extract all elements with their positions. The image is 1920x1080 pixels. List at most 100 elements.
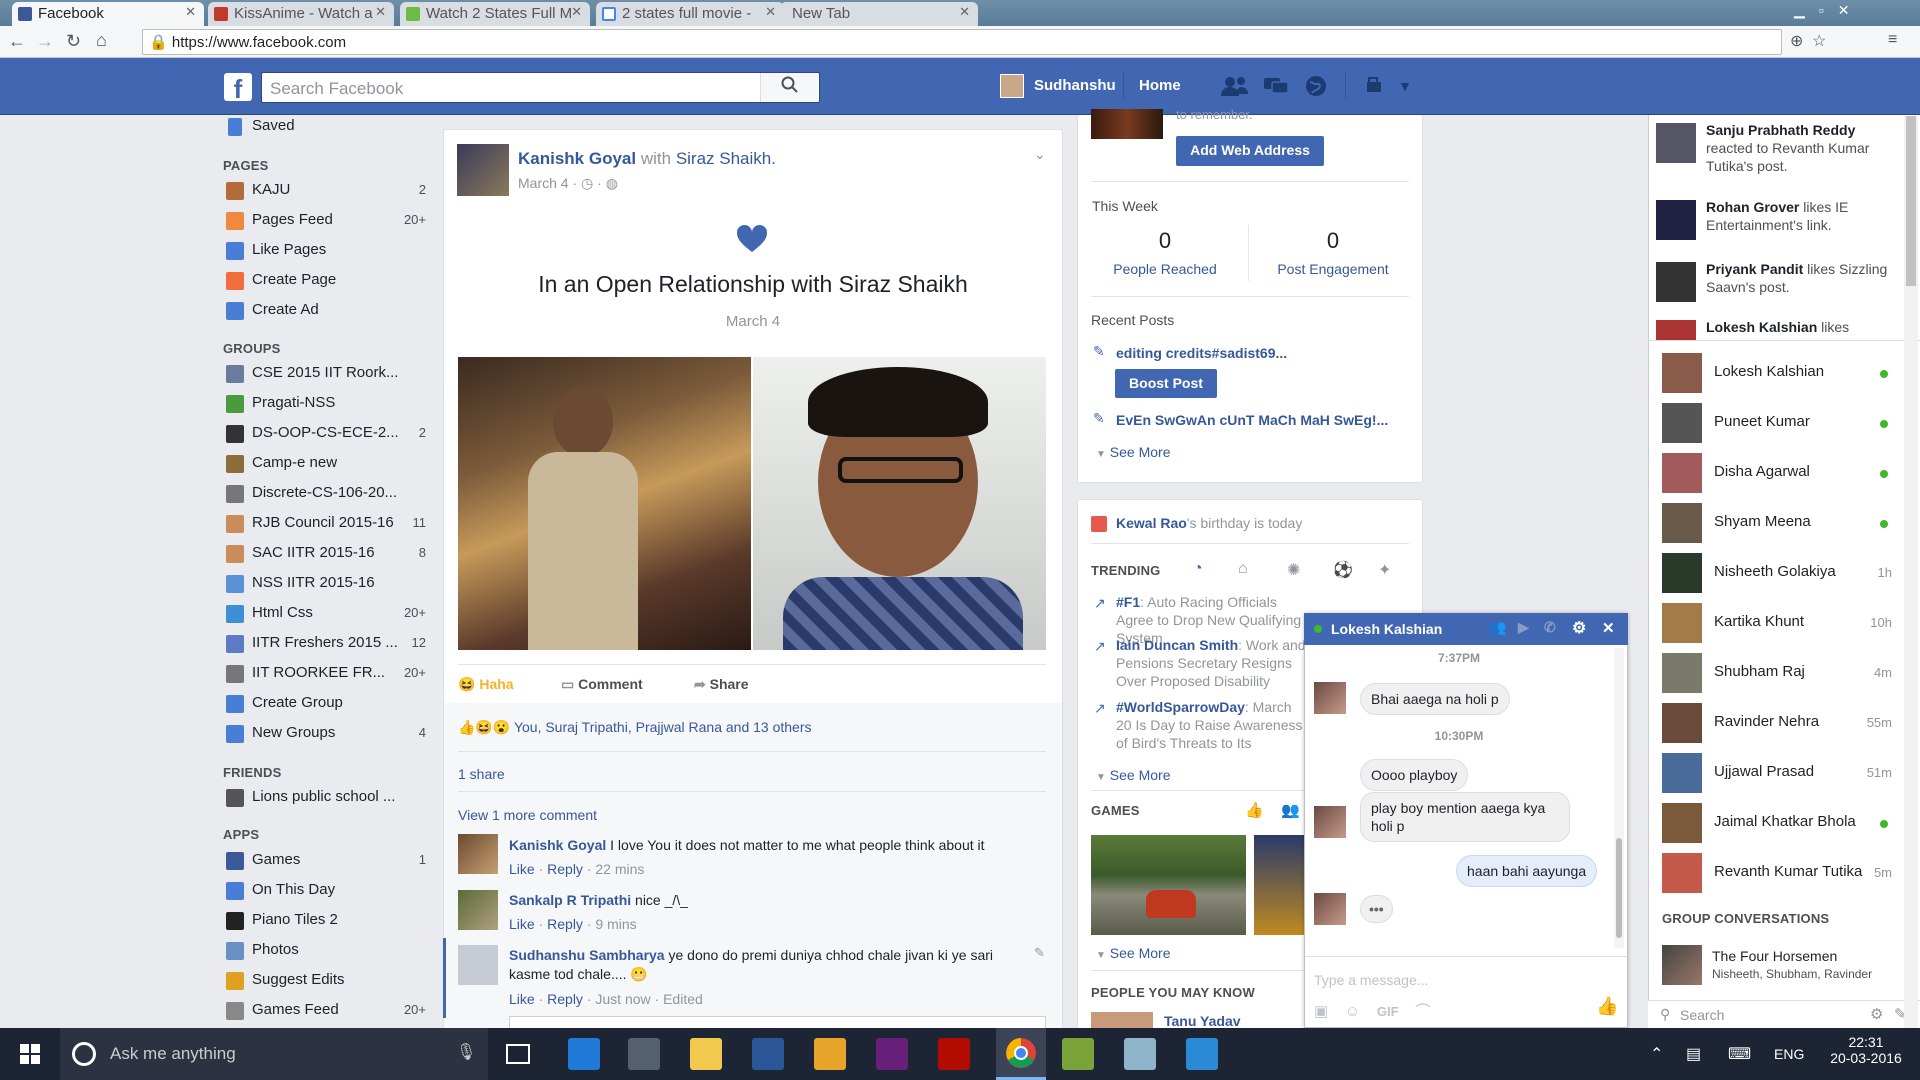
chat-settings-gear-icon[interactable]: ⚙: [1870, 1005, 1883, 1023]
tab-new-tab[interactable]: New Tab ✕: [780, 2, 978, 26]
chat-header[interactable]: Lokesh Kalshian 👥 ▶ ✆ ⚙ ✕: [1304, 613, 1628, 645]
comment-avatar[interactable]: [458, 945, 498, 985]
sidebar-item[interactable]: Create Page: [224, 270, 424, 292]
comment-avatar[interactable]: [458, 834, 498, 874]
tab-kissanime[interactable]: KissAnime - Watch a ✕: [208, 2, 394, 26]
attach-file-icon[interactable]: ⌒: [1415, 1003, 1430, 1020]
chat-friend[interactable]: Kartika Khunt 10h: [1660, 600, 1900, 644]
address-bar[interactable]: 🔒 https://www.facebook.com: [142, 29, 1782, 55]
sidebar-item[interactable]: Html Css 20+: [224, 603, 426, 625]
reactions-summary[interactable]: 👍😆😮 You, Suraj Tripathi, Prajjwal Rana a…: [458, 719, 812, 736]
bookmark-star-icon[interactable]: ☆: [1812, 31, 1826, 51]
sidebar-item[interactable]: On This Day: [224, 880, 424, 902]
send-like-icon[interactable]: 👍: [1596, 996, 1618, 1017]
sidebar-item[interactable]: CSE 2015 IIT Roork...: [224, 363, 424, 385]
account-settings-chevron-icon[interactable]: ▼: [1398, 78, 1412, 94]
keyboard-icon[interactable]: ⌨: [1728, 1044, 1751, 1064]
reload-icon[interactable]: ↻: [66, 31, 81, 52]
sidebar-item[interactable]: Create Ad: [224, 300, 424, 322]
post-date[interactable]: March 4: [518, 175, 569, 191]
sidebar-item[interactable]: RJB Council 2015-16 11: [224, 513, 426, 535]
edited-label[interactable]: Edited: [663, 991, 703, 1007]
avatar[interactable]: [1000, 74, 1024, 98]
comment-reply-link[interactable]: Reply: [547, 991, 583, 1007]
chat-friend[interactable]: Nisheeth Golakiya 1h: [1660, 550, 1900, 594]
games-friends-icon[interactable]: 👥: [1281, 801, 1300, 819]
forward-icon[interactable]: →: [36, 31, 54, 52]
window-controls[interactable]: ▁▫✕: [1794, 2, 1863, 19]
comment-author-link[interactable]: Kanishk Goyal: [509, 837, 606, 853]
post-photo-left[interactable]: [458, 357, 751, 650]
3dm-app-icon[interactable]: [814, 1038, 846, 1070]
trending-topic-link[interactable]: #F1: [1116, 594, 1140, 610]
calculator-icon[interactable]: [628, 1038, 660, 1070]
edge-browser-icon[interactable]: [568, 1038, 600, 1070]
trending-topic-link[interactable]: Iain Duncan Smith: [1116, 637, 1238, 653]
cortana-search-box[interactable]: Ask me anything 🎙: [60, 1028, 488, 1080]
comment-time[interactable]: 9 mins: [595, 916, 636, 932]
games-thumbs-icon[interactable]: 👍: [1245, 801, 1264, 819]
video-call-icon[interactable]: ▶: [1518, 619, 1529, 636]
trending-sports-tab-icon[interactable]: ⚽: [1333, 560, 1353, 580]
share-count-link[interactable]: 1 share: [458, 766, 505, 782]
microphone-icon[interactable]: 🎙: [456, 1042, 476, 1062]
trending-top-tab-icon[interactable]: ◔: [1193, 560, 1203, 578]
search-button[interactable]: [760, 73, 818, 102]
people-reached-link[interactable]: People Reached: [1092, 261, 1238, 277]
menu-icon[interactable]: ≡: [1888, 31, 1897, 49]
close-tab-icon[interactable]: ✕: [765, 4, 776, 20]
sidebar-item[interactable]: NSS IITR 2015-16: [224, 573, 424, 595]
sidebar-item-saved[interactable]: Saved: [224, 116, 424, 138]
trending-politics-tab-icon[interactable]: ⌂: [1238, 560, 1248, 578]
pymk-avatar[interactable]: [1091, 1012, 1153, 1028]
zoom-icon[interactable]: ⊕: [1790, 31, 1803, 51]
chat-friend[interactable]: Shyam Meena: [1660, 500, 1900, 544]
comment-avatar[interactable]: [458, 890, 498, 930]
recent-post-link[interactable]: EvEn SwGwAn cUnT MaCh MaH SwEg!...: [1116, 412, 1388, 428]
messages-icon[interactable]: [1262, 74, 1290, 102]
comment-button[interactable]: ▭ Comment: [561, 676, 643, 693]
home-icon[interactable]: ⌂: [96, 30, 107, 51]
sidebar-item[interactable]: Photos: [224, 940, 424, 962]
sticky-notes-icon[interactable]: [1062, 1038, 1094, 1070]
see-more-link[interactable]: ▼ See More: [1096, 444, 1171, 460]
camera-icon[interactable]: ▣: [1314, 1003, 1328, 1020]
ticker-item[interactable]: Rohan Grover likes IE Entertainment's li…: [1656, 198, 1896, 260]
sidebar-item[interactable]: Create Group: [224, 693, 424, 715]
group-avatar[interactable]: [1662, 945, 1702, 985]
notifications-globe-icon[interactable]: [1304, 74, 1328, 102]
boost-post-button[interactable]: Boost Post: [1115, 369, 1217, 398]
ticker-item[interactable]: Lokesh Kalshian likes: [1656, 318, 1896, 340]
visual-studio-icon[interactable]: [876, 1038, 908, 1070]
ticker-item[interactable]: Priyank Pandit likes Sizzling Saavn's po…: [1656, 260, 1896, 322]
sidebar-item[interactable]: IIT ROORKEE FR... 20+: [224, 663, 426, 685]
task-view-icon[interactable]: [506, 1044, 530, 1064]
birthday-friend-link[interactable]: Kewal Rao: [1116, 515, 1187, 531]
close-tab-icon[interactable]: ✕: [185, 4, 196, 20]
view-more-comments-link[interactable]: View 1 more comment: [458, 807, 597, 823]
sidebar-item[interactable]: Pages Feed 20+: [224, 210, 426, 232]
file-explorer-icon[interactable]: [690, 1038, 722, 1070]
sidebar-item[interactable]: Like Pages: [224, 240, 424, 262]
comment-like-link[interactable]: Like: [509, 861, 535, 877]
friend-requests-icon[interactable]: [1220, 74, 1250, 102]
trending-item[interactable]: Iain Duncan Smith: Work and Pensions Sec…: [1116, 636, 1306, 690]
comment-author-link[interactable]: Sankalp R Tripathi: [509, 892, 631, 908]
post-photo-right[interactable]: [753, 357, 1046, 650]
chat-options-gear-icon[interactable]: ⚙: [1572, 618, 1586, 638]
system-clock[interactable]: 22:31 20-03-2016: [1826, 1034, 1906, 1066]
store-icon[interactable]: [752, 1038, 784, 1070]
back-icon[interactable]: ←: [8, 31, 26, 52]
chrome-taskbar-item[interactable]: [996, 1028, 1046, 1080]
ticker-item[interactable]: Sanju Prabhath Reddy reacted to Revanth …: [1656, 121, 1896, 183]
trending-see-more-link[interactable]: ▼ See More: [1096, 767, 1171, 783]
share-button[interactable]: ➦ Share: [694, 676, 749, 693]
emoji-icon[interactable]: ☺: [1345, 1003, 1360, 1020]
sidebar-item[interactable]: IITR Freshers 2015 ... 12: [224, 633, 426, 655]
post-options-chevron-icon[interactable]: ⌄: [1034, 146, 1046, 163]
facebook-logo-icon[interactable]: f: [224, 73, 252, 104]
comment-like-link[interactable]: Like: [509, 916, 535, 932]
pymk-name-link[interactable]: Tanu Yadav: [1164, 1013, 1241, 1029]
sidebar-scrollbar[interactable]: [1904, 116, 1918, 1028]
trending-entertainment-tab-icon[interactable]: ✦: [1378, 560, 1391, 580]
